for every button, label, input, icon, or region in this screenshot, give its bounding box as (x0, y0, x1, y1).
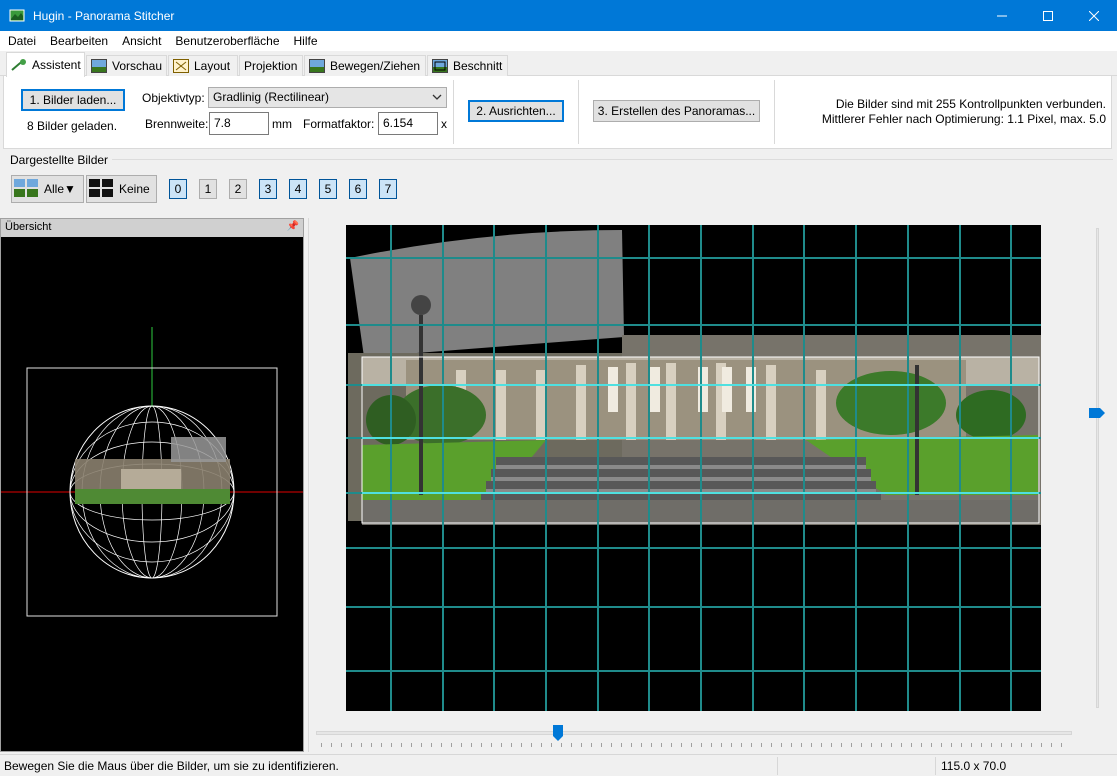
vertical-slider-track[interactable] (1096, 228, 1099, 708)
maximize-icon (1043, 10, 1053, 21)
control-points-info: Die Bilder sind mit 255 Kontrollpunkten … (835, 97, 1106, 111)
status-separator (935, 757, 936, 775)
overview-sphere[interactable] (1, 237, 303, 751)
tab-vorschau[interactable]: Vorschau (86, 55, 167, 76)
menu-bearbeiten[interactable]: Bearbeiten (43, 34, 115, 48)
lens-type-label: Objektivtyp: (142, 91, 205, 105)
close-icon (1089, 10, 1099, 21)
title-bar: Hugin - Panorama Stitcher (0, 0, 1117, 31)
slider-ticks (321, 743, 1071, 747)
tab-assistent[interactable]: Assistent (6, 52, 85, 77)
menu-bar: Datei Bearbeiten Ansicht Benutzeroberflä… (0, 31, 1117, 51)
tab-bar: Assistent Vorschau Layout Projektion Bew… (0, 52, 1117, 77)
maximize-button[interactable] (1025, 0, 1071, 31)
displayed-images-section: Dargestellte Bilder Alle▼ Keine 0 1 2 3 … (0, 150, 1117, 214)
optimization-error-info: Mittlerer Fehler nach Optimierung: 1.1 P… (821, 112, 1106, 126)
field-of-view-readout: 115.0 x 70.0 (941, 759, 1007, 773)
all-images-icon (14, 178, 38, 200)
minimize-icon (997, 15, 1007, 16)
loaded-images-text: 8 Bilder geladen. (27, 119, 118, 133)
menu-ansicht[interactable]: Ansicht (115, 34, 168, 48)
focal-length-input[interactable]: 7.8 (209, 112, 269, 135)
status-separator (777, 757, 778, 775)
status-message: Bewegen Sie die Maus über die Bilder, um… (4, 759, 339, 773)
panorama-canvas[interactable] (346, 225, 1041, 711)
move-drag-icon (309, 59, 325, 73)
crop-factor-input[interactable]: 6.154 (378, 112, 438, 135)
no-images-icon (89, 178, 113, 200)
separator (578, 80, 579, 144)
focal-length-unit: mm (272, 117, 292, 131)
tab-bewegen-ziehen[interactable]: Bewegen/Ziehen (304, 55, 426, 76)
image-toggle-0[interactable]: 0 (169, 179, 187, 199)
show-all-button[interactable]: Alle▼ (11, 175, 84, 203)
wizard-icon (11, 58, 27, 72)
menu-datei[interactable]: Datei (1, 34, 43, 48)
menu-benutzeroberflaeche[interactable]: Benutzeroberfläche (168, 34, 286, 48)
image-toggle-4[interactable]: 4 (289, 179, 307, 199)
crop-factor-label: Formatfaktor: (303, 117, 375, 131)
section-divider (112, 159, 1113, 160)
image-toggle-1[interactable]: 1 (199, 179, 217, 199)
pin-icon[interactable]: 📌 (287, 221, 299, 232)
align-button[interactable]: 2. Ausrichten... (468, 100, 564, 122)
image-toggle-6[interactable]: 6 (349, 179, 367, 199)
layout-icon (173, 59, 189, 73)
create-panorama-button[interactable]: 3. Erstellen des Panoramas... (593, 100, 760, 122)
vertical-slider-thumb[interactable] (1088, 407, 1106, 419)
image-toggle-2[interactable]: 2 (229, 179, 247, 199)
close-button[interactable] (1071, 0, 1117, 31)
hugin-logo-icon (9, 8, 25, 24)
image-toggle-3[interactable]: 3 (259, 179, 277, 199)
chevron-down-icon (432, 94, 442, 100)
crop-icon (432, 59, 448, 73)
image-toggle-5[interactable]: 5 (319, 179, 337, 199)
menu-hilfe[interactable]: Hilfe (287, 34, 325, 48)
separator (453, 80, 454, 144)
lens-type-select[interactable]: Gradlinig (Rectilinear) (208, 87, 447, 108)
window-title: Hugin - Panorama Stitcher (33, 8, 175, 23)
horizontal-slider-thumb[interactable] (552, 724, 564, 742)
tab-projektion[interactable]: Projektion (239, 55, 303, 76)
image-toggle-7[interactable]: 7 (379, 179, 397, 199)
load-images-button[interactable]: 1. Bilder laden... (21, 89, 125, 111)
horizontal-slider-track[interactable] (316, 731, 1072, 735)
status-bar: Bewegen Sie die Maus über die Bilder, um… (0, 754, 1117, 776)
displayed-images-label: Dargestellte Bilder (10, 153, 109, 167)
preview-icon (91, 59, 107, 73)
overview-panel[interactable]: Übersicht 📌 (0, 218, 304, 752)
tab-beschnitt[interactable]: Beschnitt (427, 55, 508, 76)
tab-layout[interactable]: Layout (168, 55, 238, 76)
show-none-button[interactable]: Keine (86, 175, 157, 203)
overview-header: Übersicht 📌 (1, 219, 303, 237)
minimize-button[interactable] (979, 0, 1025, 31)
crop-factor-unit: x (441, 117, 447, 131)
separator (774, 80, 775, 144)
focal-length-label: Brennweite: (145, 117, 209, 131)
assistant-panel: 1. Bilder laden... 8 Bilder geladen. Obj… (3, 76, 1112, 149)
